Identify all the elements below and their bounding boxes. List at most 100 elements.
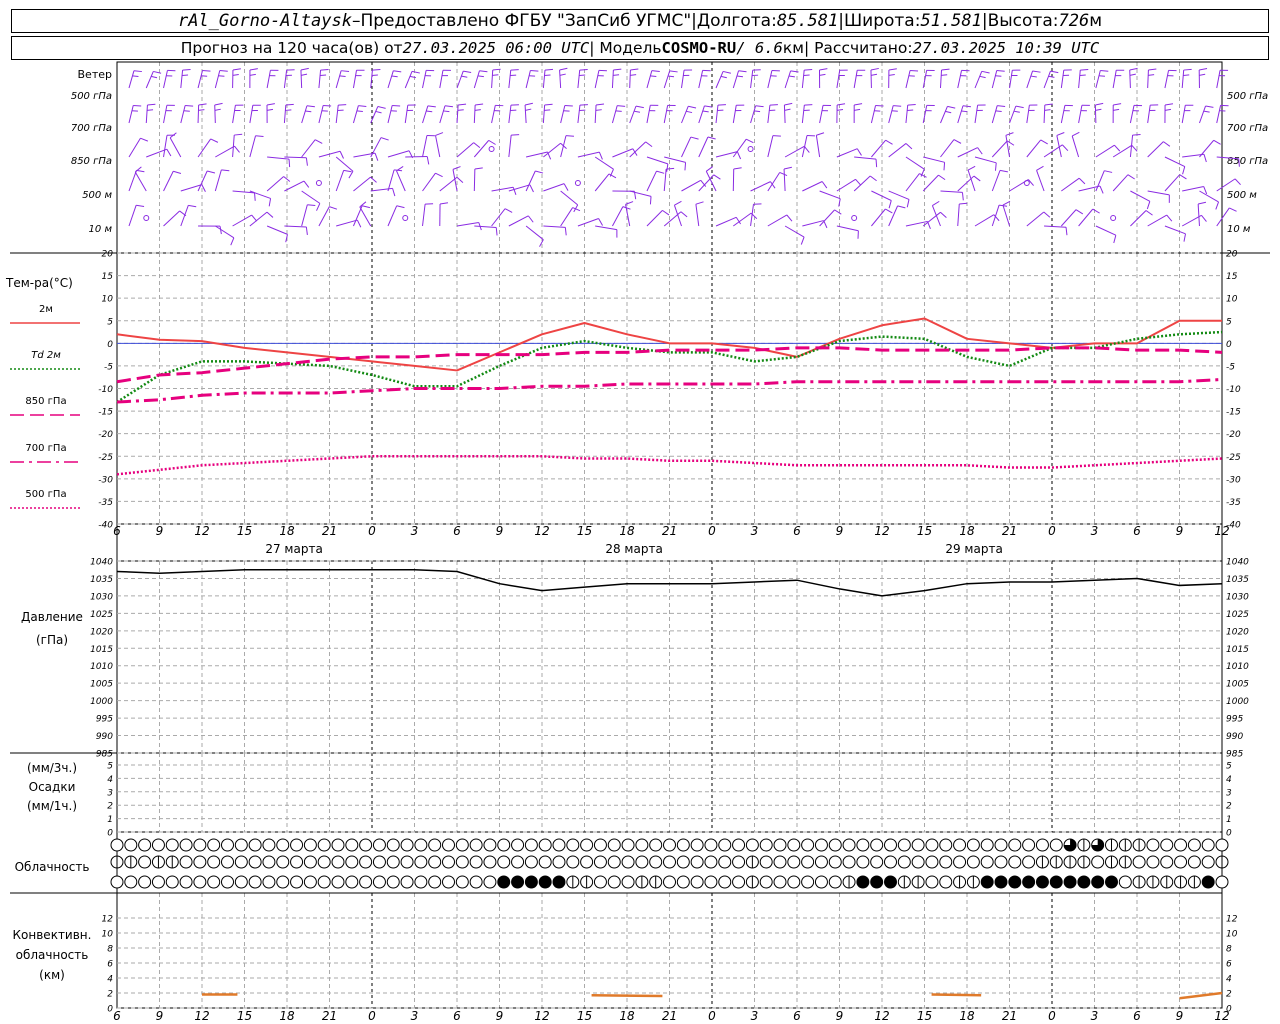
- wind-barb-flag: [300, 67, 309, 71]
- cloud-symbol: [897, 855, 911, 869]
- cloud-symbol: [980, 838, 994, 852]
- wind-barb-flag: [961, 110, 968, 113]
- y-tick-label-left: 2: [107, 802, 113, 812]
- hour-label: 6: [793, 524, 801, 538]
- wind-barb-flag: [885, 208, 893, 214]
- wind-barb: [1181, 70, 1185, 89]
- wind-barb: [594, 70, 600, 89]
- wind-barb-flag: [1080, 68, 1089, 71]
- wind-barb: [404, 105, 409, 124]
- y-tick-label-right: 1005: [1226, 680, 1249, 690]
- wind-level-label-right: 850 гПа: [1227, 156, 1268, 167]
- cloud-symbol: [138, 855, 152, 869]
- wind-barb: [1147, 105, 1151, 124]
- cloud-symbol: [497, 875, 511, 889]
- wind-barb-flag: [456, 176, 464, 183]
- cloud-symbol: [138, 875, 152, 889]
- cloud-symbol: [801, 838, 815, 852]
- cloud-symbol: [552, 855, 566, 869]
- wind-barb: [870, 105, 877, 124]
- wind-barb-flag: [1113, 235, 1117, 244]
- wind-barb-flag: [1100, 70, 1109, 72]
- wind-barb: [491, 70, 494, 89]
- cloud-symbol: [1077, 838, 1091, 852]
- wind-barb: [525, 70, 531, 89]
- cloud-symbol: [732, 838, 746, 852]
- wind-barb: [404, 71, 413, 89]
- wind-barb-flag: [722, 70, 731, 74]
- wind-barb: [646, 156, 669, 165]
- wind-barb: [836, 225, 859, 232]
- wind-barb: [888, 205, 899, 227]
- wind-barb-flag: [207, 170, 216, 174]
- wind-barb-flag: [856, 148, 862, 156]
- y-tick-label-left: 1010: [90, 662, 113, 672]
- wind-barb-flag: [457, 109, 464, 111]
- wind-barb-flag: [1199, 73, 1206, 76]
- cloud-symbol: [359, 855, 373, 869]
- wind-barb-flag: [819, 73, 826, 76]
- y-tick-label-right: 12: [1226, 915, 1238, 925]
- hour-label: 18: [619, 524, 635, 538]
- wind-barb-flag: [374, 152, 379, 161]
- wind-barb-flag: [380, 137, 389, 141]
- convective-axis-label: облачность: [16, 948, 89, 962]
- hour-label: 6: [453, 1009, 461, 1023]
- wind-barb-flag: [1179, 174, 1187, 180]
- wind-barb: [732, 138, 747, 158]
- wind-barb-flag: [821, 181, 828, 189]
- y-tick-label-left: 0: [107, 1005, 113, 1015]
- wind-barb-flag: [1198, 201, 1207, 205]
- cloud-symbol: [483, 875, 497, 889]
- cloud-symbol: [151, 838, 165, 852]
- wind-barb-flag: [439, 202, 449, 205]
- wind-barb-flag: [1071, 131, 1080, 137]
- cloud-symbol: [773, 875, 787, 889]
- wind-barb: [266, 70, 271, 89]
- wind-barb: [663, 169, 667, 192]
- hour-label: 6: [113, 524, 121, 538]
- wind-barb: [750, 70, 754, 89]
- cloud-symbol: [386, 855, 400, 869]
- cloud-symbol: [676, 855, 690, 869]
- wind-barb-flag: [435, 172, 443, 178]
- cloud-symbol: [1063, 855, 1077, 869]
- wind-barb: [957, 147, 978, 158]
- wind-barb-flag: [392, 104, 401, 107]
- wind-barb-flag: [307, 204, 316, 206]
- wind-barb-flag: [1095, 102, 1104, 106]
- cloud-symbol: [511, 838, 525, 852]
- wind-barb: [871, 208, 886, 227]
- wind-barb: [957, 204, 960, 227]
- cloud-symbol: [221, 875, 234, 889]
- wind-barb: [629, 69, 631, 89]
- y-tick-label-right: 10: [1226, 295, 1238, 305]
- cloud-symbol: [1174, 875, 1188, 889]
- cloud-symbol: [1091, 875, 1105, 889]
- y-tick-label-left: -15: [98, 408, 113, 418]
- wind-barb: [1094, 104, 1097, 124]
- wind-barb-flag: [1148, 74, 1155, 76]
- hour-label: 0: [1048, 1009, 1056, 1023]
- cloud-symbol: [911, 838, 925, 852]
- cloud-symbol: [1022, 855, 1036, 869]
- cloud-symbol: [939, 875, 953, 889]
- wind-barb-flag: [649, 196, 652, 205]
- wind-barb: [491, 105, 496, 124]
- wind-barb: [957, 70, 963, 89]
- wind-barb: [134, 171, 147, 192]
- wind-barb-flag: [1203, 110, 1210, 113]
- wind-barb: [1043, 104, 1046, 124]
- calm-symbol: [488, 146, 495, 152]
- wind-barb: [542, 105, 546, 124]
- cloud-symbol: [262, 875, 276, 889]
- cloud-symbol: [386, 875, 400, 889]
- wind-barb: [232, 214, 252, 227]
- cloud-symbol: [828, 838, 842, 852]
- wind-barb: [784, 145, 805, 158]
- wind-barb: [819, 209, 835, 227]
- wind-barb-flag: [888, 200, 892, 209]
- wind-barb-flag: [688, 105, 697, 109]
- cloud-symbol: [884, 875, 897, 889]
- hour-label: 9: [836, 1009, 844, 1023]
